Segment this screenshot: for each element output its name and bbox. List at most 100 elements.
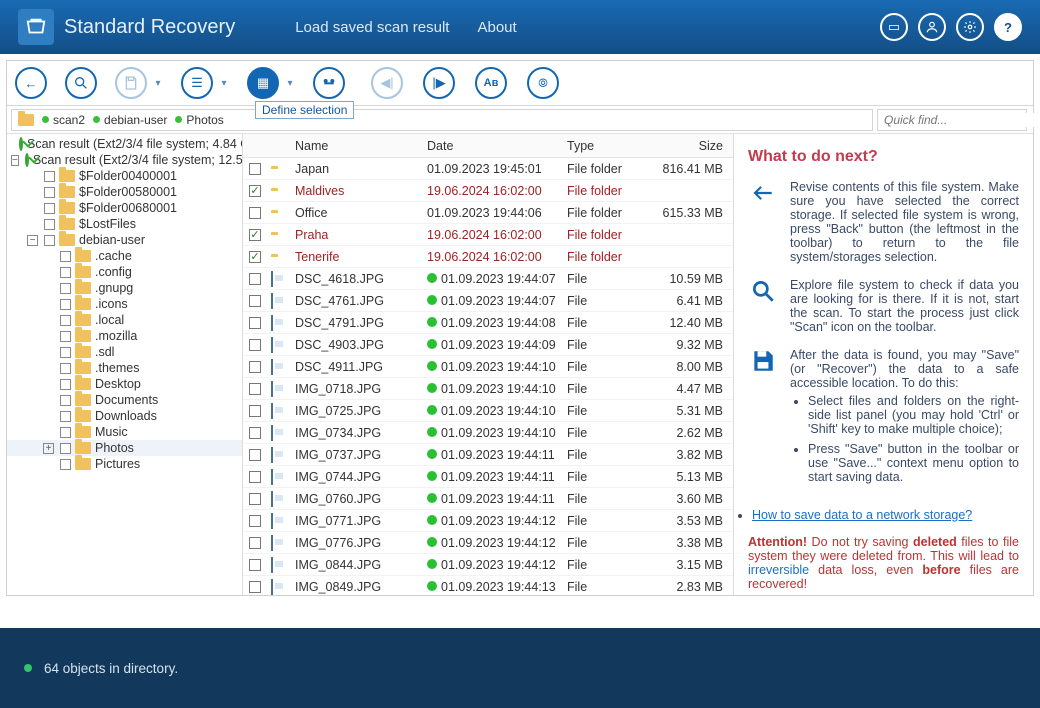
file-rows[interactable]: Japan01.09.2023 19:45:01File folder816.4… xyxy=(243,158,733,595)
tree-checkbox[interactable] xyxy=(60,459,71,470)
tree-scan2[interactable]: Scan result (Ext2/3/4 file system; 12.53 xyxy=(33,153,243,167)
user-icon[interactable] xyxy=(918,13,946,41)
file-row[interactable]: IMG_0734.JPG01.09.2023 19:44:10File2.62 … xyxy=(243,422,733,444)
crumb-user[interactable]: debian-user xyxy=(93,113,167,127)
row-checkbox[interactable] xyxy=(249,339,261,351)
file-row[interactable]: DSC_4761.JPG01.09.2023 19:44:07File6.41 … xyxy=(243,290,733,312)
row-checkbox[interactable] xyxy=(249,361,261,373)
file-row[interactable]: DSC_4791.JPG01.09.2023 19:44:08File12.40… xyxy=(243,312,733,334)
list-view-button[interactable]: ☰ xyxy=(181,67,213,99)
case-button[interactable]: Aʙ xyxy=(475,67,507,99)
tree-folder[interactable]: Music xyxy=(95,425,128,439)
tree-folder[interactable]: $Folder00580001 xyxy=(79,185,177,199)
file-row[interactable]: IMG_0771.JPG01.09.2023 19:44:12File3.53 … xyxy=(243,510,733,532)
tree-checkbox[interactable] xyxy=(60,283,71,294)
tree-checkbox[interactable] xyxy=(60,427,71,438)
tree-checkbox[interactable] xyxy=(60,411,71,422)
tree-folder[interactable]: .themes xyxy=(95,361,139,375)
tree-checkbox[interactable] xyxy=(60,251,71,262)
row-checkbox[interactable]: ✓ xyxy=(249,229,261,241)
row-checkbox[interactable] xyxy=(249,163,261,175)
tree-folder[interactable]: .icons xyxy=(95,297,128,311)
tree-checkbox[interactable] xyxy=(44,203,55,214)
tree-folder[interactable]: .config xyxy=(95,265,132,279)
expander[interactable]: − xyxy=(27,235,38,246)
back-button[interactable]: ← xyxy=(15,67,47,99)
expander[interactable]: + xyxy=(43,443,54,454)
row-checkbox[interactable] xyxy=(249,273,261,285)
file-row[interactable]: IMG_0744.JPG01.09.2023 19:44:11File5.13 … xyxy=(243,466,733,488)
define-selection-dropdown[interactable]: ▾ xyxy=(285,78,295,89)
file-row[interactable]: IMG_0760.JPG01.09.2023 19:44:11File3.60 … xyxy=(243,488,733,510)
tree-folder[interactable]: .sdl xyxy=(95,345,114,359)
file-row[interactable]: IMG_0725.JPG01.09.2023 19:44:10File5.31 … xyxy=(243,400,733,422)
tree-checkbox[interactable] xyxy=(60,443,71,454)
quick-find-input[interactable] xyxy=(878,113,1040,127)
row-checkbox[interactable] xyxy=(249,405,261,417)
tree-checkbox[interactable] xyxy=(44,171,55,182)
find-button[interactable] xyxy=(313,67,345,99)
load-saved-link[interactable]: Load saved scan result xyxy=(295,19,449,36)
crumb-scan2[interactable]: scan2 xyxy=(42,113,85,127)
prev-button[interactable]: ◀| xyxy=(371,67,403,99)
row-checkbox[interactable] xyxy=(249,383,261,395)
tree-photos[interactable]: Photos xyxy=(95,441,134,455)
file-list-header[interactable]: Name Date Type Size xyxy=(243,134,733,158)
about-link[interactable]: About xyxy=(477,19,516,36)
tree-folder[interactable]: .mozilla xyxy=(95,329,137,343)
tree-folder[interactable]: Documents xyxy=(95,393,158,407)
scan-button[interactable] xyxy=(65,67,97,99)
row-checkbox[interactable]: ✓ xyxy=(249,185,261,197)
breadcrumb[interactable]: scan2 debian-user Photos xyxy=(11,109,873,131)
file-row[interactable]: DSC_4903.JPG01.09.2023 19:44:09File9.32 … xyxy=(243,334,733,356)
tree-checkbox[interactable] xyxy=(60,395,71,406)
row-checkbox[interactable] xyxy=(249,317,261,329)
tree-scan1[interactable]: Scan result (Ext2/3/4 file system; 4.84 … xyxy=(27,137,243,151)
tree-checkbox[interactable] xyxy=(60,347,71,358)
file-row[interactable]: IMG_0776.JPG01.09.2023 19:44:12File3.38 … xyxy=(243,532,733,554)
tree-checkbox[interactable] xyxy=(44,187,55,198)
tree-folder[interactable]: .local xyxy=(95,313,124,327)
tree-checkbox[interactable] xyxy=(44,219,55,230)
file-row[interactable]: IMG_0718.JPG01.09.2023 19:44:10File4.47 … xyxy=(243,378,733,400)
help-link[interactable]: How to save data to a network storage? xyxy=(752,508,972,522)
tree-folder[interactable]: $Folder00680001 xyxy=(79,201,177,215)
whole-word-button[interactable]: ⦾ xyxy=(527,67,559,99)
tree-folder[interactable]: Pictures xyxy=(95,457,140,471)
list-view-dropdown[interactable]: ▾ xyxy=(219,78,229,89)
file-row[interactable]: IMG_0737.JPG01.09.2023 19:44:11File3.82 … xyxy=(243,444,733,466)
tree-debian-user[interactable]: debian-user xyxy=(79,233,145,247)
row-checkbox[interactable] xyxy=(249,471,261,483)
row-checkbox[interactable] xyxy=(249,515,261,527)
file-row[interactable]: Japan01.09.2023 19:45:01File folder816.4… xyxy=(243,158,733,180)
row-checkbox[interactable] xyxy=(249,449,261,461)
file-row[interactable]: ✓Maldives19.06.2024 16:02:00File folder xyxy=(243,180,733,202)
tree-checkbox[interactable] xyxy=(60,299,71,310)
help-icon[interactable]: ? xyxy=(994,13,1022,41)
tree-folder[interactable]: Downloads xyxy=(95,409,157,423)
save-button[interactable] xyxy=(115,67,147,99)
save-dropdown[interactable]: ▾ xyxy=(153,78,163,89)
row-checkbox[interactable] xyxy=(249,493,261,505)
row-checkbox[interactable] xyxy=(249,295,261,307)
col-name[interactable]: Name xyxy=(295,139,427,153)
next-button[interactable]: |▶ xyxy=(423,67,455,99)
folder-tree[interactable]: Scan result (Ext2/3/4 file system; 4.84 … xyxy=(7,134,243,595)
tree-checkbox[interactable] xyxy=(60,363,71,374)
tree-folder[interactable]: Desktop xyxy=(95,377,141,391)
file-row[interactable]: DSC_4911.JPG01.09.2023 19:44:10File8.00 … xyxy=(243,356,733,378)
tree-folder[interactable]: $LostFiles xyxy=(79,217,136,231)
tree-checkbox[interactable] xyxy=(60,267,71,278)
row-checkbox[interactable]: ✓ xyxy=(249,251,261,263)
file-row[interactable]: Office01.09.2023 19:44:06File folder615.… xyxy=(243,202,733,224)
tree-folder[interactable]: .cache xyxy=(95,249,132,263)
col-date[interactable]: Date xyxy=(427,139,567,153)
tree-folder[interactable]: $Folder00400001 xyxy=(79,169,177,183)
file-row[interactable]: ✓Tenerife19.06.2024 16:02:00File folder xyxy=(243,246,733,268)
license-icon[interactable]: ▭ xyxy=(880,13,908,41)
row-checkbox[interactable] xyxy=(249,559,261,571)
file-row[interactable]: IMG_0849.JPG01.09.2023 19:44:13File2.83 … xyxy=(243,576,733,595)
row-checkbox[interactable] xyxy=(249,537,261,549)
file-row[interactable]: DSC_4618.JPG01.09.2023 19:44:07File10.59… xyxy=(243,268,733,290)
tree-folder[interactable]: .gnupg xyxy=(95,281,133,295)
